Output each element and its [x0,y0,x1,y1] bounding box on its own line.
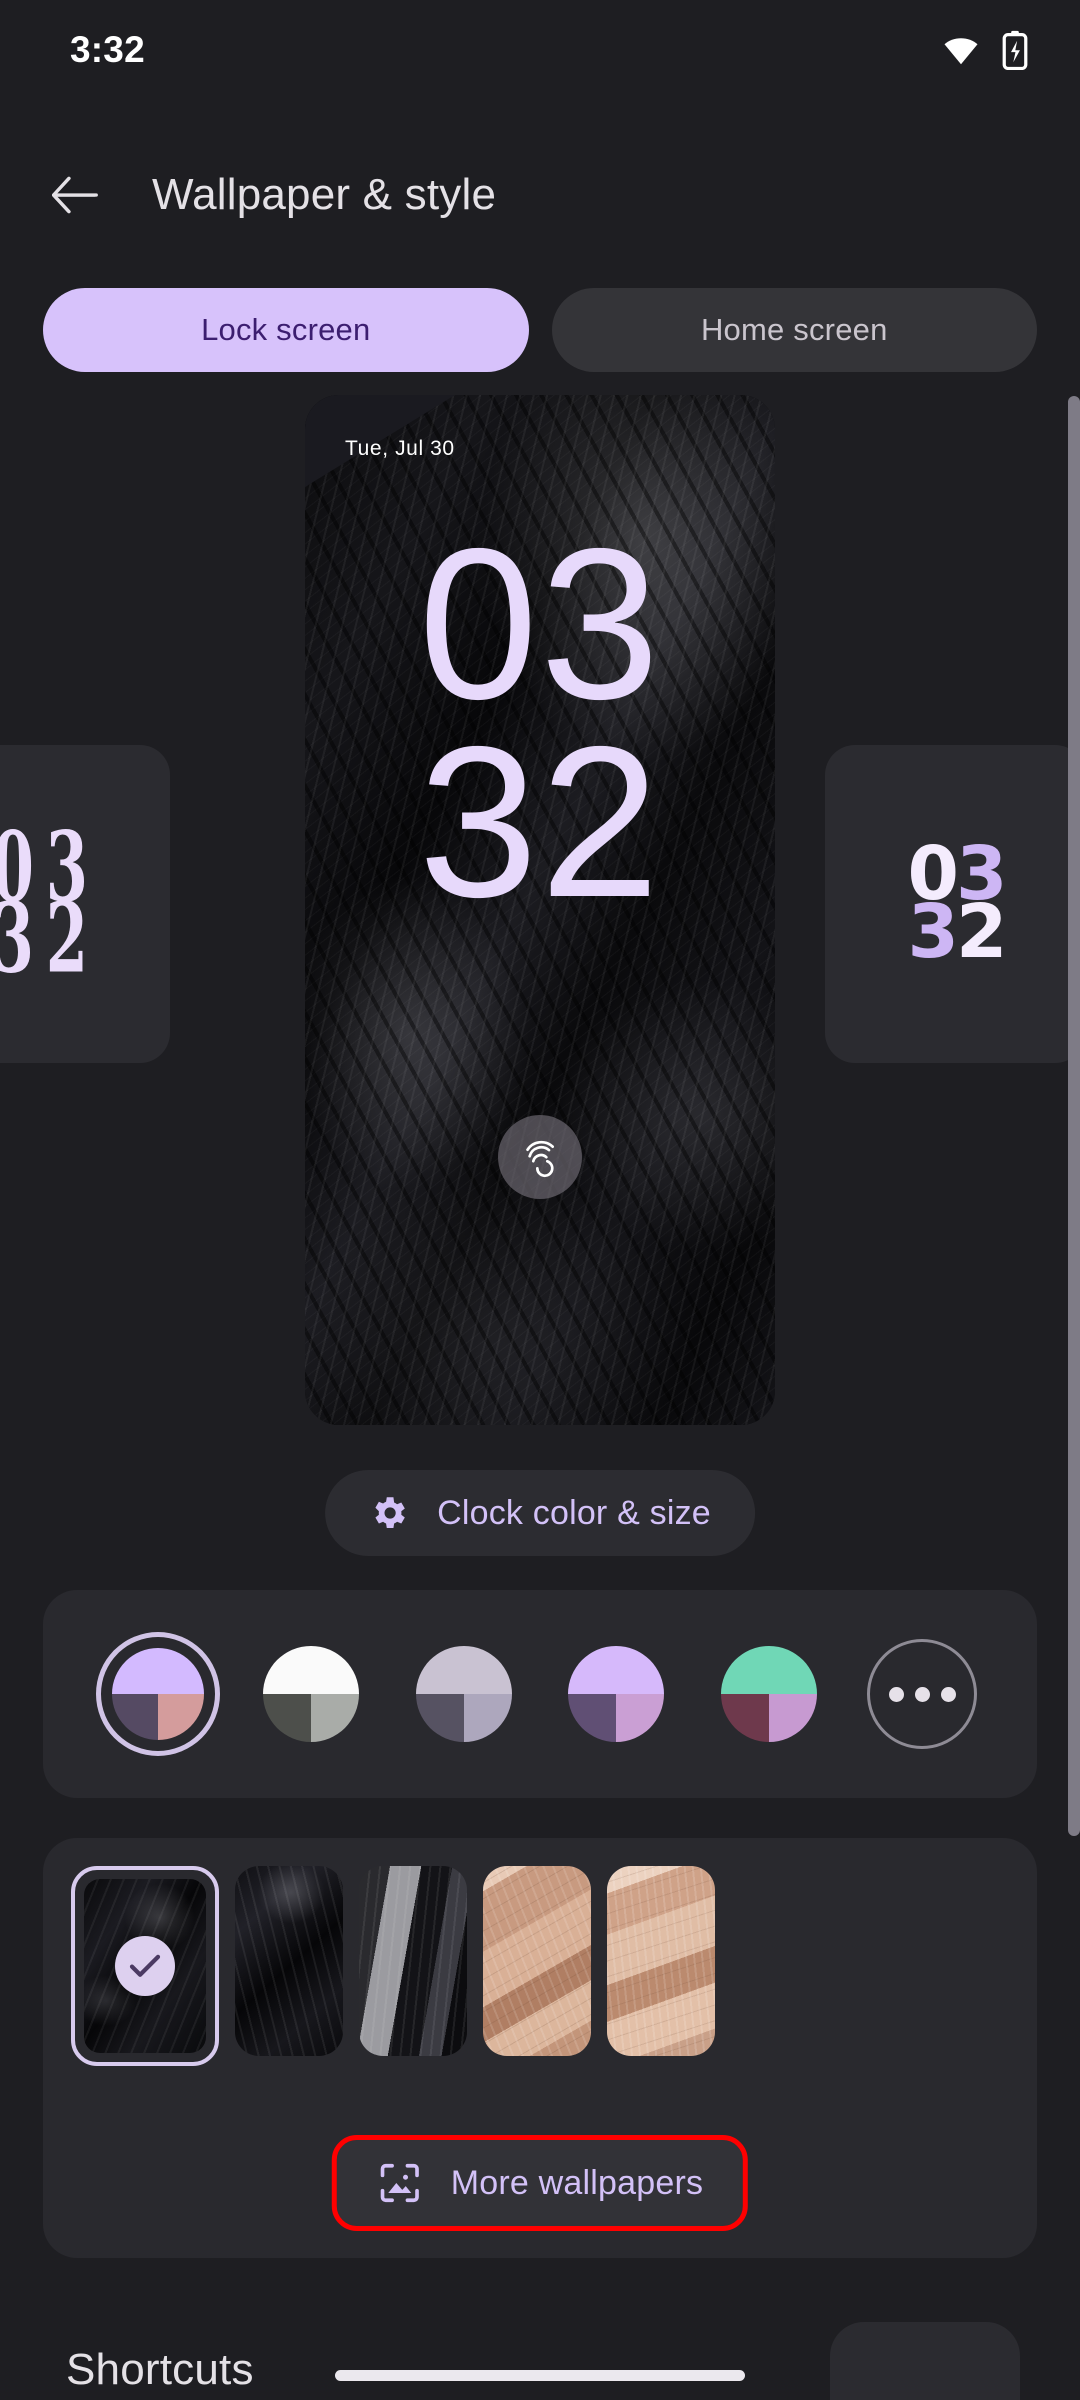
ellipsis-dot [940,1686,956,1702]
wallpaper-thumbnail-black-crystal-1[interactable] [71,1866,219,2066]
lock-screen-preview[interactable]: Tue, Jul 30 03 32 [305,395,775,1425]
wallpaper-thumbnail-image [607,1866,715,2056]
more-colors-circle [867,1639,978,1749]
mini-clock-bold: 0 3 3 2 [907,837,1008,975]
color-swatch-teal-plum[interactable] [707,1632,831,1756]
battery-charging-icon [1002,30,1028,70]
clock-style-card-next[interactable]: 0 3 3 2 [825,745,1080,1063]
ellipsis-dot [888,1686,904,1702]
swatch-bottom-left [721,1694,770,1742]
selected-check-badge [115,1936,175,1996]
swatch-top [111,1648,204,1694]
mini-clock-bold-min-1: 3 [907,889,959,975]
status-bar: 3:32 [0,0,1080,100]
wallpaper-thumbnail-image [359,1866,467,2056]
status-bar-clock: 3:32 [70,29,145,70]
color-swatch-card [43,1590,1037,1798]
swatch-top [568,1646,665,1694]
clock-color-size-button[interactable]: Clock color & size [325,1470,755,1556]
home-gesture-indicator[interactable] [335,2370,745,2381]
shortcut-preview-card[interactable] [830,2322,1020,2400]
swatch-bottom-left [568,1694,617,1742]
color-swatch-white-grey[interactable] [249,1632,373,1756]
color-swatch-purple[interactable] [554,1632,678,1756]
gear-icon [375,1497,405,1529]
back-button[interactable] [30,150,120,240]
swatch-bottom-right [616,1694,665,1742]
shortcuts-section-title: Shortcuts [66,2345,254,2394]
swatch-bottom-left [262,1694,311,1742]
clock-color-size-label: Clock color & size [437,1493,711,1532]
wallpaper-card: More wallpapers [43,1838,1037,2258]
lock-screen-date: Tue, Jul 30 [345,437,455,460]
page-scrollbar[interactable] [1068,396,1080,1836]
page-title: Wallpaper & style [152,170,497,219]
wallpaper-thumbnail-pink-crystal-2[interactable] [607,1866,715,2056]
swatch-bottom-left [111,1694,158,1740]
swatch-top [721,1646,818,1694]
app-bar: Wallpaper & style [0,145,1080,245]
swatch-top [262,1646,359,1694]
wallpaper-thumbnail-black-crystal-2[interactable] [235,1866,343,2056]
mini-clock-bold-min-2: 2 [956,889,1007,975]
wallpaper-thumbnail-image [235,1866,343,2056]
ellipsis-dot [914,1686,930,1702]
swatch-top [415,1646,512,1694]
more-wallpapers-label: More wallpapers [450,2163,704,2202]
clock-hours: 03 [418,503,662,744]
mini-clock-stencil: 0 3 3 2 [0,820,94,986]
color-swatch-grey-violet[interactable] [402,1632,526,1756]
wallpaper-thumbnail-image [483,1866,591,2056]
swatch-bottom-right [157,1694,204,1740]
mini-clock-min-right: 2 [45,881,88,995]
tab-lock-screen[interactable]: Lock screen [43,288,529,372]
more-wallpapers-button[interactable]: More wallpapers [331,2135,749,2231]
color-swatch-more-button[interactable] [860,1632,984,1756]
wallpaper-thumbnail-pink-crystal-1[interactable] [483,1866,591,2056]
swatch-bottom-left [415,1694,464,1742]
wifi-icon [944,38,978,65]
lock-screen-clock: 03 32 [305,503,775,942]
swatch-bottom-right [310,1694,359,1742]
fingerprint-icon [526,1140,554,1178]
wallpaper-thumbnail-row [71,1866,1027,2066]
swatch-bottom-right [463,1694,512,1742]
mini-clock-min-left: 3 [0,891,34,987]
arrow-back-icon [52,176,98,214]
color-swatch-lavender-rose[interactable] [96,1632,220,1756]
check-icon [129,1954,161,1977]
screen-mode-tabs: Lock screen Home screen [43,288,1037,372]
status-bar-icons [942,30,1028,70]
color-swatch-row [43,1632,1037,1756]
wallpaper-thumbnail-grey-crystal[interactable] [359,1866,467,2056]
tab-home-screen[interactable]: Home screen [551,288,1037,372]
fingerprint-unlock-button[interactable] [498,1115,582,1199]
clock-minutes: 32 [418,700,662,942]
clock-style-card-previous[interactable]: 0 3 3 2 [0,745,170,1063]
image-icon [380,2163,419,2203]
swatch-bottom-right [769,1694,818,1742]
preview-carousel: 0 3 3 2 Tue, Jul 30 03 32 0 [0,395,1080,1425]
